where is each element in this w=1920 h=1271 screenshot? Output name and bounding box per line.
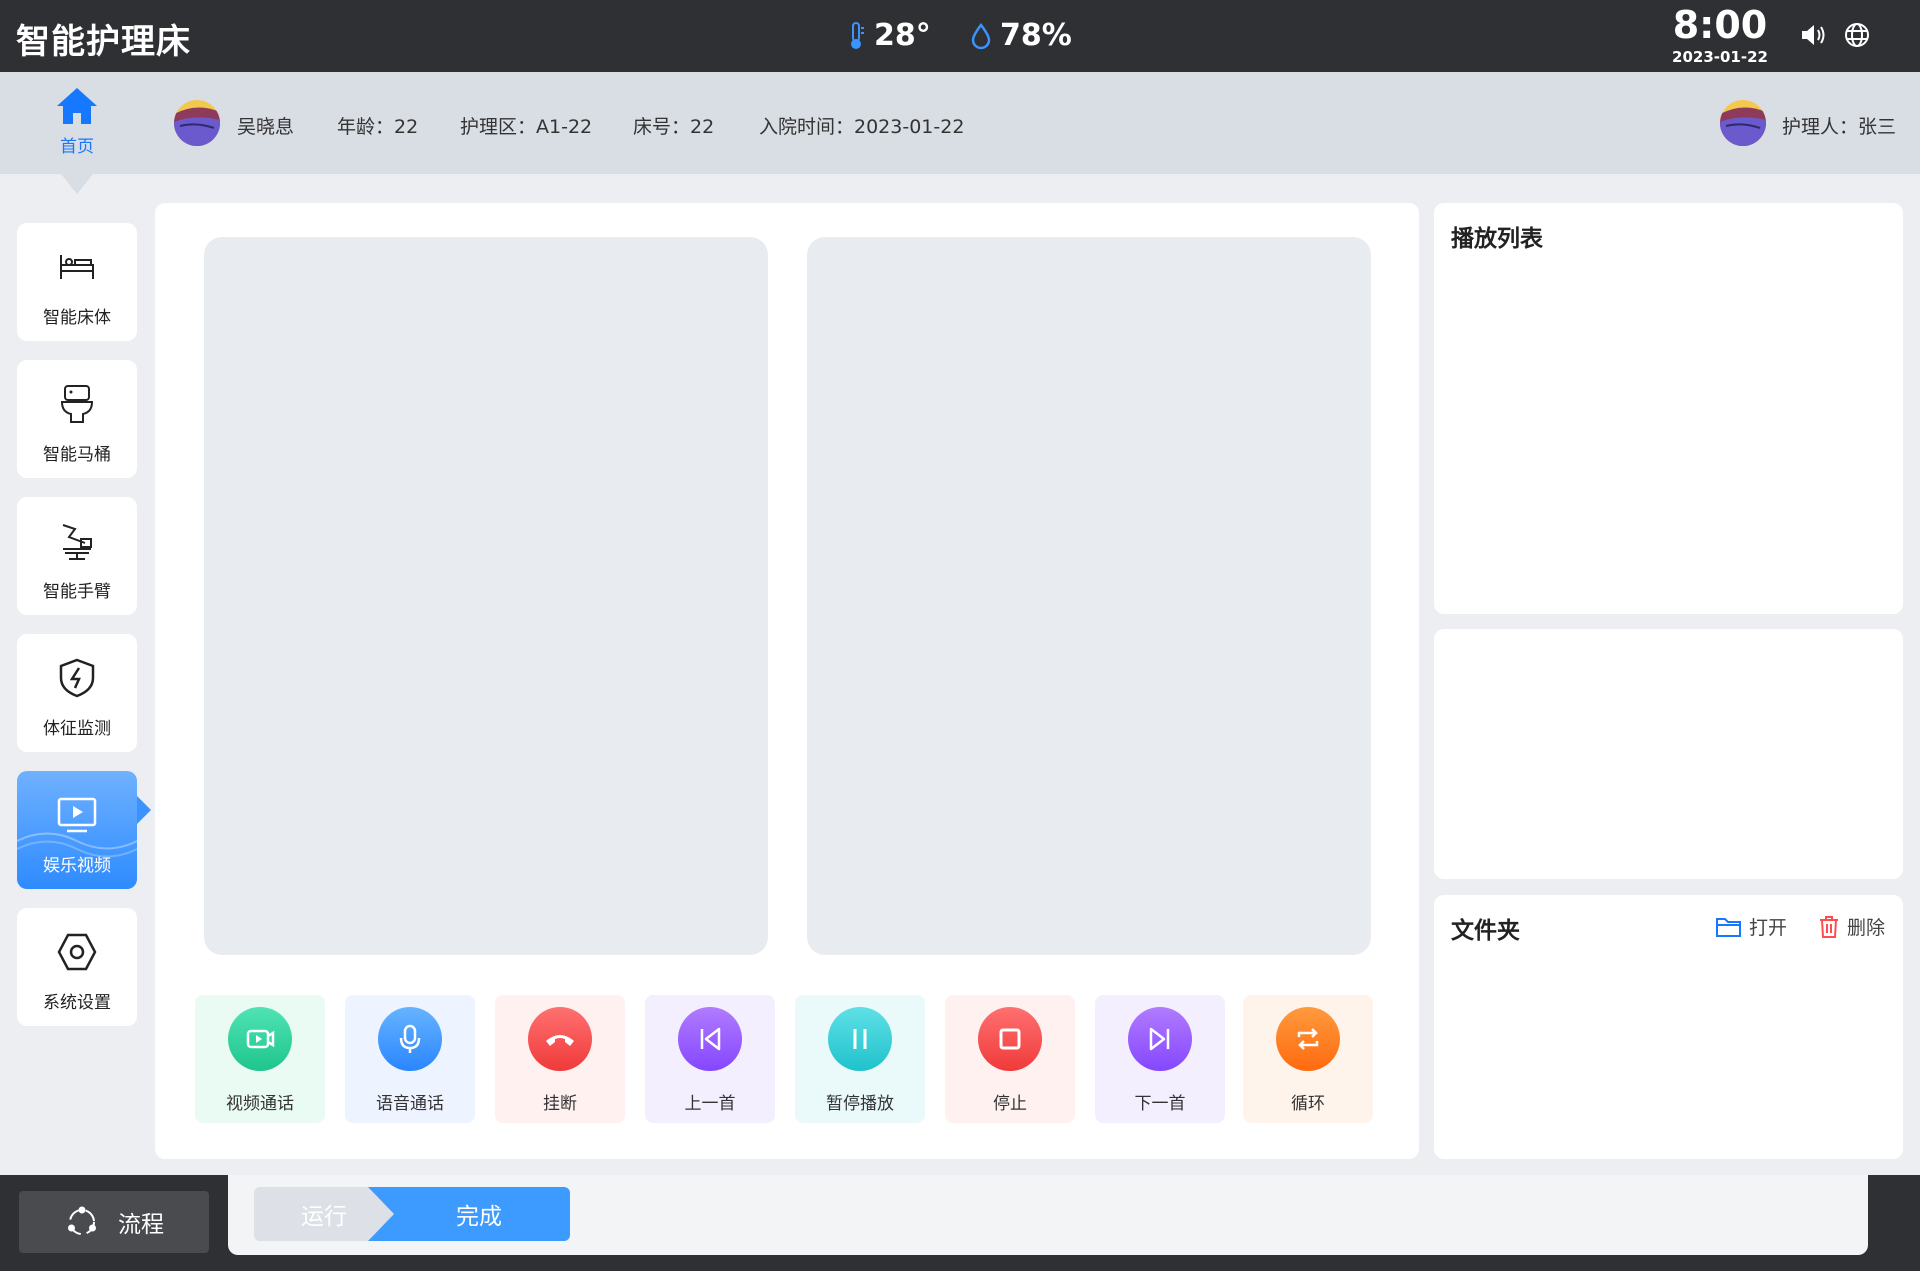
sidebar-item-smart-toilet[interactable]: 智能马桶 [17,360,137,478]
stop-icon [999,1028,1021,1050]
ward-number: 护理区：A1-22 [460,116,593,138]
hang-up-button[interactable]: 挂断 [495,995,625,1123]
sidebar-item-system-settings[interactable]: 系统设置 [17,908,137,1026]
control-label: 挂断 [543,1094,577,1114]
playlist-panel: 播放列表 [1434,203,1903,614]
preview-panel [1434,629,1903,879]
video-panel: 视频通话 语音通话 挂断 上一首 暂停播放 停止 下一首 循环 [155,203,1419,1159]
control-label: 上一首 [684,1094,736,1114]
control-label: 停止 [993,1094,1027,1114]
hang-up-icon [546,1035,574,1046]
active-item-pointer [137,796,151,824]
next-track-button[interactable]: 下一首 [1095,995,1225,1123]
sidebar-item-label: 智能马桶 [43,445,111,465]
top-bar: 智能护理床 28° 78% 8:00 2023-01-22 [0,0,1920,72]
admission-date: 入院时间：2023-01-22 [759,116,965,138]
remote-video-view[interactable] [807,237,1371,955]
open-folder-label: 打开 [1748,917,1787,939]
open-folder-button[interactable]: 打开 [1715,913,1787,940]
pause-button[interactable]: 暂停播放 [795,995,925,1123]
clock: 8:00 2023-01-22 [1660,2,1780,66]
stop-button[interactable]: 停止 [945,995,1075,1123]
loop-button[interactable]: 循环 [1243,995,1373,1123]
folder-title: 文件夹 [1451,918,1520,944]
volume-icon[interactable] [1798,20,1828,50]
sidebar-item-label: 智能床体 [43,308,111,328]
sidebar-item-smart-bed[interactable]: 智能床体 [17,223,137,341]
previous-track-icon [700,1027,721,1051]
humidity-readout: 78% [970,18,1072,53]
delete-button[interactable]: 删除 [1817,913,1885,940]
app-title: 智能护理床 [16,22,191,62]
sidebar-item-label: 智能手臂 [43,582,111,602]
home-tab[interactable]: 首页 [0,72,154,174]
video-call-icon [246,1029,275,1049]
video-icon [57,797,97,833]
nurse-name: 护理人：张三 [1782,116,1897,138]
patient-info-bar: 首页 吴晓息 年龄：22 护理区：A1-22 床号：22 入院时间：2023-0… [0,72,1920,174]
clock-date: 2023-01-22 [1672,48,1768,66]
home-label: 首页 [60,137,94,157]
microphone-icon [399,1024,421,1053]
patient-name: 吴晓息 [237,116,295,138]
step-label: 运行 [301,1204,347,1230]
control-label: 循环 [1291,1094,1325,1114]
video-call-button[interactable]: 视频通话 [195,995,325,1123]
control-label: 视频通话 [226,1094,294,1114]
nurse-avatar [1720,100,1766,146]
bottom-bar: 流程 运行 完成 [0,1175,1920,1271]
hexagon-settings-icon [57,933,97,971]
thermometer-icon [851,21,864,49]
shield-icon [59,658,95,698]
sidebar-item-label: 系统设置 [43,993,111,1013]
local-video-view[interactable] [204,237,768,955]
toilet-icon [60,385,94,423]
workflow-button[interactable]: 流程 [19,1191,209,1253]
humidity-value: 78% [1000,18,1072,53]
trash-icon [1819,915,1838,938]
globe-icon[interactable] [1842,20,1872,50]
delete-label: 删除 [1846,917,1885,939]
control-label: 下一首 [1134,1094,1186,1114]
next-track-icon [1149,1027,1170,1051]
bottom-bar-end [1868,1175,1920,1255]
bed-icon [60,255,94,279]
step-done[interactable]: 完成 [368,1187,570,1241]
step-run[interactable]: 运行 [254,1187,394,1241]
workflow-button-label: 流程 [118,1212,164,1238]
patient-avatar [174,100,220,146]
control-label: 语音通话 [376,1094,444,1114]
step-label: 完成 [456,1204,502,1230]
workflow-cycle-icon [68,1206,96,1235]
patient-age: 年龄：22 [337,116,419,138]
loop-icon [1297,1028,1319,1050]
temperature-readout: 28° [846,18,931,53]
sidebar-item-label: 娱乐视频 [43,856,111,876]
pause-icon [853,1029,867,1049]
previous-track-button[interactable]: 上一首 [645,995,775,1123]
home-tab-pointer [61,174,93,194]
robot-arm-icon [62,524,92,560]
control-label: 暂停播放 [826,1094,894,1114]
clock-time: 8:00 [1672,3,1768,47]
folder-panel: 文件夹 打开 删除 [1434,895,1903,1159]
sidebar-item-label: 体征监测 [43,719,111,739]
playlist-title: 播放列表 [1451,226,1543,252]
workflow-progress: 运行 完成 [228,1175,1868,1255]
sidebar-item-smart-arm[interactable]: 智能手臂 [17,497,137,615]
voice-call-button[interactable]: 语音通话 [345,995,475,1123]
folder-icon [1715,917,1741,937]
water-drop-icon [971,22,991,49]
home-icon [57,88,97,124]
sidebar-item-vital-signs[interactable]: 体征监测 [17,634,137,752]
temperature-value: 28° [874,18,931,53]
bed-number: 床号：22 [633,116,715,138]
sidebar-item-entertainment-video[interactable]: 娱乐视频 [17,771,137,889]
